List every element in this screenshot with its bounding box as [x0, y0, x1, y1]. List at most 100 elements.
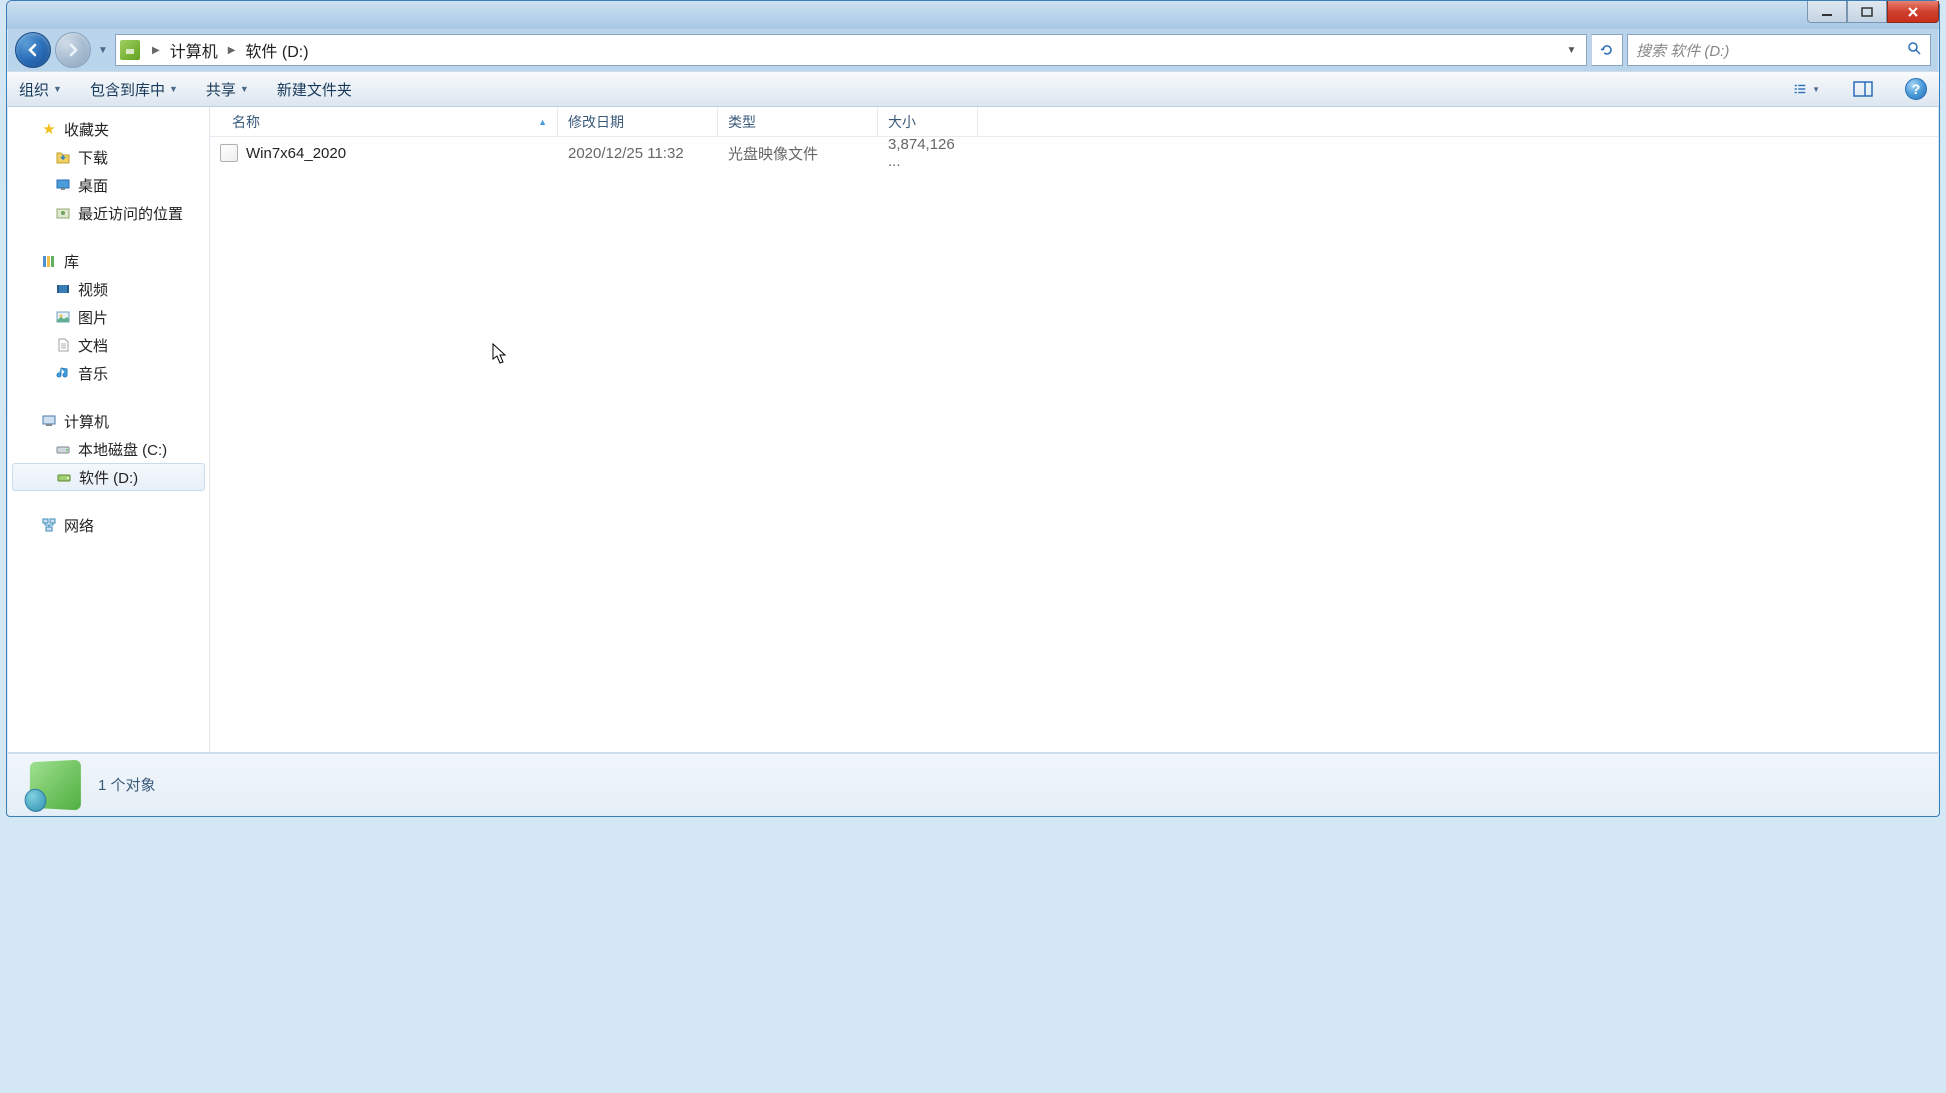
libraries-label: 库	[64, 251, 79, 272]
sidebar-recent[interactable]: 最近访问的位置	[8, 199, 209, 227]
forward-button[interactable]	[55, 32, 91, 68]
new-folder-label: 新建文件夹	[277, 79, 352, 100]
sidebar-drive-d[interactable]: 软件 (D:)	[12, 463, 205, 491]
video-icon	[54, 280, 72, 298]
file-name: Win7x64_2020	[246, 145, 346, 162]
content-area: ★ 收藏夹 下载 桌面	[8, 107, 1938, 752]
search-input[interactable]: 搜索 软件 (D:)	[1627, 34, 1931, 66]
sidebar-computer[interactable]: 计算机	[8, 407, 209, 435]
computer-icon	[40, 412, 58, 430]
sort-ascending-icon: ▲	[538, 117, 547, 127]
network-label: 网络	[64, 515, 94, 536]
sidebar-pictures[interactable]: 图片	[8, 303, 209, 331]
new-folder-button[interactable]: 新建文件夹	[277, 79, 352, 100]
address-dropdown[interactable]: ▼	[1560, 35, 1582, 65]
include-library-menu[interactable]: 包含到库中 ▼	[90, 79, 178, 100]
file-row[interactable]: Win7x64_2020 2020/12/25 11:32 光盘映像文件 3,8…	[210, 137, 1938, 169]
sidebar-music[interactable]: 音乐	[8, 359, 209, 387]
help-button[interactable]: ?	[1905, 78, 1927, 100]
file-name-cell: Win7x64_2020	[210, 144, 558, 162]
preview-pane-button[interactable]	[1849, 77, 1877, 101]
drive-icon	[55, 468, 73, 486]
breadcrumb-segment[interactable]: 计算机	[166, 36, 222, 64]
column-name[interactable]: 名称 ▲	[210, 107, 558, 136]
window-controls	[1807, 1, 1939, 23]
share-label: 共享	[206, 79, 236, 100]
chevron-right-icon: ▶	[146, 45, 166, 56]
drive-large-icon	[30, 759, 81, 810]
sidebar-desktop[interactable]: 桌面	[8, 171, 209, 199]
maximize-button[interactable]	[1847, 1, 1887, 23]
favorites-label: 收藏夹	[64, 119, 109, 140]
iso-file-icon	[220, 144, 238, 162]
nav-history-dropdown[interactable]: ▼	[95, 40, 111, 60]
column-date-label: 修改日期	[568, 112, 624, 132]
chevron-down-icon: ▼	[240, 84, 249, 94]
desktop-icon	[54, 176, 72, 194]
drive-d-label: 软件 (D:)	[79, 467, 138, 488]
organize-menu[interactable]: 组织 ▼	[19, 79, 62, 100]
music-icon	[54, 364, 72, 382]
column-date[interactable]: 修改日期	[558, 107, 718, 136]
navigation-row: ▼ ▶ 计算机 ▶ 软件 (D:) ▼ 搜索 软件 (D:)	[7, 29, 1939, 71]
view-options-button[interactable]: ▼	[1793, 77, 1821, 101]
chevron-down-icon: ▼	[1812, 85, 1820, 94]
recent-icon	[54, 204, 72, 222]
back-button[interactable]	[15, 32, 51, 68]
sidebar-documents[interactable]: 文档	[8, 331, 209, 359]
music-label: 音乐	[78, 363, 108, 384]
breadcrumb-segment[interactable]: 软件 (D:)	[241, 36, 312, 64]
library-icon	[40, 252, 58, 270]
sidebar-drive-c[interactable]: 本地磁盘 (C:)	[8, 435, 209, 463]
picture-icon	[54, 308, 72, 326]
search-placeholder: 搜索 软件 (D:)	[1636, 40, 1906, 61]
column-name-label: 名称	[232, 112, 260, 132]
explorer-window: ▼ ▶ 计算机 ▶ 软件 (D:) ▼ 搜索 软件 (D:) 组织 ▼	[6, 0, 1940, 817]
document-icon	[54, 336, 72, 354]
sidebar-downloads[interactable]: 下载	[8, 143, 209, 171]
column-size[interactable]: 大小	[878, 107, 978, 136]
titlebar[interactable]	[7, 1, 1939, 29]
file-type: 光盘映像文件	[718, 143, 878, 164]
include-lib-label: 包含到库中	[90, 79, 165, 100]
column-type[interactable]: 类型	[718, 107, 878, 136]
column-type-label: 类型	[728, 112, 756, 132]
sidebar-videos[interactable]: 视频	[8, 275, 209, 303]
share-menu[interactable]: 共享 ▼	[206, 79, 249, 100]
cursor-icon	[492, 343, 508, 365]
address-bar[interactable]: ▶ 计算机 ▶ 软件 (D:) ▼	[115, 34, 1587, 66]
videos-label: 视频	[78, 279, 108, 300]
star-icon: ★	[40, 120, 58, 138]
close-button[interactable]	[1887, 1, 1939, 23]
documents-label: 文档	[78, 335, 108, 356]
organize-label: 组织	[19, 79, 49, 100]
network-group: 网络	[8, 511, 209, 539]
drive-icon	[120, 40, 140, 60]
download-icon	[54, 148, 72, 166]
file-date: 2020/12/25 11:32	[558, 145, 718, 162]
navigation-pane[interactable]: ★ 收藏夹 下载 桌面	[8, 107, 210, 752]
sidebar-network[interactable]: 网络	[8, 511, 209, 539]
file-list[interactable]: 名称 ▲ 修改日期 类型 大小 Win7x64_2020	[210, 107, 1938, 752]
recent-label: 最近访问的位置	[78, 203, 183, 224]
column-headers: 名称 ▲ 修改日期 类型 大小	[210, 107, 1938, 137]
status-text: 1 个对象	[98, 774, 156, 795]
file-size: 3,874,126 ...	[878, 136, 978, 170]
desktop-label: 桌面	[78, 175, 108, 196]
chevron-down-icon: ▼	[169, 84, 178, 94]
status-bar: 1 个对象	[8, 753, 1938, 815]
computer-label: 计算机	[64, 411, 109, 432]
pictures-label: 图片	[78, 307, 108, 328]
refresh-button[interactable]	[1591, 34, 1623, 66]
column-size-label: 大小	[888, 112, 916, 132]
toolbar: 组织 ▼ 包含到库中 ▼ 共享 ▼ 新建文件夹 ▼ ?	[7, 71, 1939, 107]
drive-c-label: 本地磁盘 (C:)	[78, 439, 167, 460]
network-icon	[40, 516, 58, 534]
sidebar-libraries[interactable]: 库	[8, 247, 209, 275]
drive-icon	[54, 440, 72, 458]
search-icon	[1906, 40, 1922, 60]
sidebar-favorites[interactable]: ★ 收藏夹	[8, 115, 209, 143]
minimize-button[interactable]	[1807, 1, 1847, 23]
favorites-group: ★ 收藏夹 下载 桌面	[8, 115, 209, 227]
downloads-label: 下载	[78, 147, 108, 168]
